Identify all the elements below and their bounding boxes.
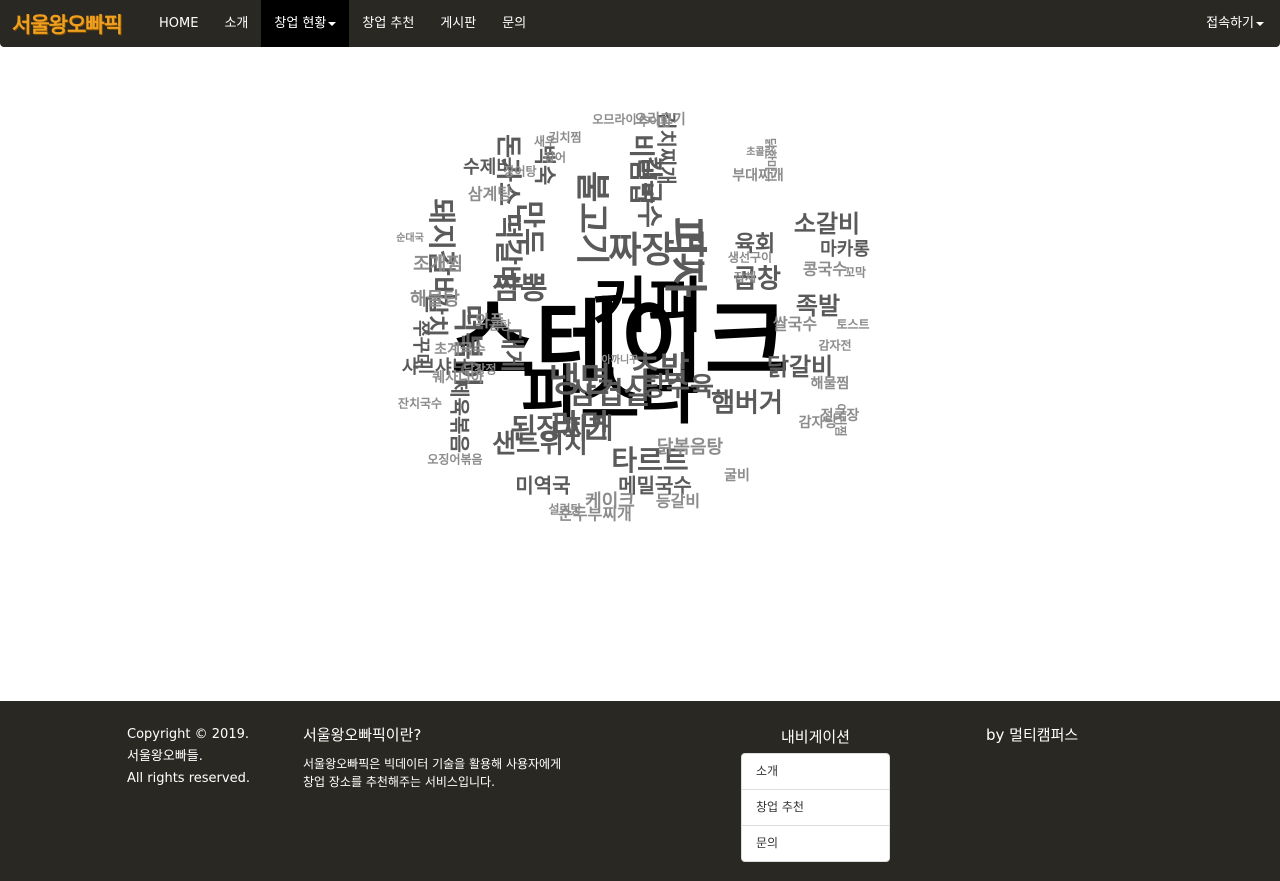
- wordcloud-word: 샌드위치: [492, 430, 588, 460]
- wordcloud-word: 새우: [534, 134, 556, 149]
- nav-home[interactable]: HOME: [146, 0, 211, 47]
- wordcloud-svg: 스테이크파스타커피피자짜장면불고기냉면삼겹살라면초밥탕수육돼지갈비 만두짬뽕떡볶이…: [396, 111, 870, 523]
- wordcloud-word: 햄버거: [711, 389, 783, 419]
- wordcloud-word: 콩국수: [803, 260, 847, 279]
- about-section: 서울왕오빠픽이란? 서울왕오빠픽은 빅데이터 기술을 활용해 사용자에게 창업 …: [303, 724, 603, 791]
- wordcloud-word: 감자전: [818, 338, 851, 353]
- wordcloud-word: 아귀찜: [834, 403, 849, 436]
- wordcloud-word: 닭볶음탕: [657, 437, 724, 458]
- wordcloud-word: 초콜릿: [746, 145, 774, 158]
- about-description: 서울왕오빠픽은 빅데이터 기술을 활용해 사용자에게 창업 장소를 추천해주는 …: [303, 755, 603, 791]
- wordcloud-word: 굴비: [724, 468, 750, 484]
- wordcloud-word: 잔치국수: [398, 396, 442, 411]
- wordcloud-word: 제육볶음: [448, 379, 472, 453]
- footer-nav-contact[interactable]: 문의: [742, 826, 889, 861]
- copyright-line: All rights reserved.: [127, 771, 250, 786]
- copyright: Copyright © 2019. 서울왕오빠들. All rights res…: [127, 724, 250, 790]
- wordcloud-word: 등갈비: [656, 492, 700, 511]
- main-nav: HOME 소개 창업 현황 창업 추천 게시판 문의: [146, 0, 539, 47]
- wordcloud-word: 부대찌개: [732, 168, 784, 184]
- wordcloud-word: 설렁탕: [548, 502, 581, 517]
- nav-contact[interactable]: 문의: [489, 0, 539, 47]
- wordcloud: 스테이크 파스타 커피 피자 짜장면 불고기 냉면 삼겹살 라면 초밥 탕수육 돼지갈비 만두 짬뽕 떡볶이…: [340, 100, 900, 620]
- wordcloud-word: 오므라이스: [592, 112, 647, 127]
- wordcloud-word: 장어: [544, 150, 566, 165]
- footer-nav-title: 내비게이션: [780, 728, 850, 746]
- footer-navigation: 내비게이션 소개 창업 추천 문의: [741, 726, 890, 862]
- nav-startup-recommend[interactable]: 창업 추천: [349, 0, 427, 47]
- wordcloud-word: 해물찜: [811, 375, 850, 392]
- wordcloud-word: 잡채: [734, 270, 756, 285]
- footer-nav-recommend[interactable]: 창업 추천: [742, 790, 889, 826]
- wordcloud-word: 짜장면: [608, 230, 707, 271]
- copyright-line: Copyright © 2019.: [127, 727, 250, 742]
- nav-startup-status-dropdown[interactable]: 창업 현황: [261, 0, 350, 47]
- wordcloud-word: 비빔밥: [626, 134, 656, 206]
- wordcloud-word: 소갈비: [794, 210, 860, 238]
- wordcloud-word: 곰탕: [489, 318, 511, 333]
- copyright-line: 서울왕오빠들.: [127, 749, 203, 764]
- about-line: 창업 장소를 추천해주는 서비스입니다.: [303, 775, 495, 789]
- wordcloud-word: 토스트: [836, 318, 869, 332]
- wordcloud-word: 아까니꾸: [602, 353, 639, 366]
- wordcloud-word: 조개찜: [413, 254, 463, 275]
- wordcloud-word: 해물탕: [410, 289, 460, 310]
- nav-startup-status-label: 창업 현황: [274, 16, 327, 31]
- footer: Copyright © 2019. 서울왕오빠들. All rights res…: [0, 701, 1280, 881]
- top-navbar: 서울왕오빠픽 HOME 소개 창업 현황 창업 추천 게시판 문의 접속하기: [0, 0, 1280, 47]
- brand-logo[interactable]: 서울왕오빠픽: [12, 9, 123, 39]
- wordcloud-word: 장어탕: [503, 164, 536, 179]
- nav-about[interactable]: 소개: [211, 0, 261, 47]
- caret-down-icon: [1256, 21, 1264, 26]
- wordcloud-word: 쌀국수: [773, 315, 817, 334]
- wordcloud-word: 미역국: [515, 474, 570, 498]
- wordcloud-word: 닭강정: [463, 362, 496, 377]
- wordcloud-word: 마카롱: [820, 239, 870, 260]
- about-line: 서울왕오빠픽은 빅데이터 기술을 활용해 사용자에게: [303, 757, 562, 771]
- login-label: 접속하기: [1206, 16, 1254, 31]
- nav-board[interactable]: 게시판: [427, 0, 489, 47]
- login-dropdown[interactable]: 접속하기: [1206, 0, 1264, 47]
- about-title: 서울왕오빠픽이란?: [303, 726, 422, 744]
- wordcloud-word: 쭈꾸미: [410, 320, 431, 370]
- wordcloud-word: 떡갈비: [492, 213, 525, 290]
- wordcloud-word: 꼬막: [844, 266, 866, 280]
- wordcloud-word: 오징어볶음: [427, 452, 482, 467]
- caret-down-icon: [328, 21, 337, 26]
- wordcloud-word: 대게: [498, 328, 526, 372]
- footer-nav-about[interactable]: 소개: [742, 754, 889, 790]
- wordcloud-word: 초계국수: [434, 342, 486, 358]
- byline: by 멀티캠퍼스: [986, 726, 1079, 744]
- wordcloud-word: 삼계탕: [468, 185, 512, 204]
- wordcloud-word: 불고기: [572, 171, 612, 265]
- footer-nav-list: 소개 창업 추천 문의: [741, 753, 890, 862]
- wordcloud-word: 탕수육: [642, 373, 714, 403]
- wordcloud-word: 생선구이: [728, 250, 772, 265]
- wordcloud-word: 순대국: [396, 231, 424, 244]
- wordcloud-word: 돼지갈비: [425, 198, 458, 301]
